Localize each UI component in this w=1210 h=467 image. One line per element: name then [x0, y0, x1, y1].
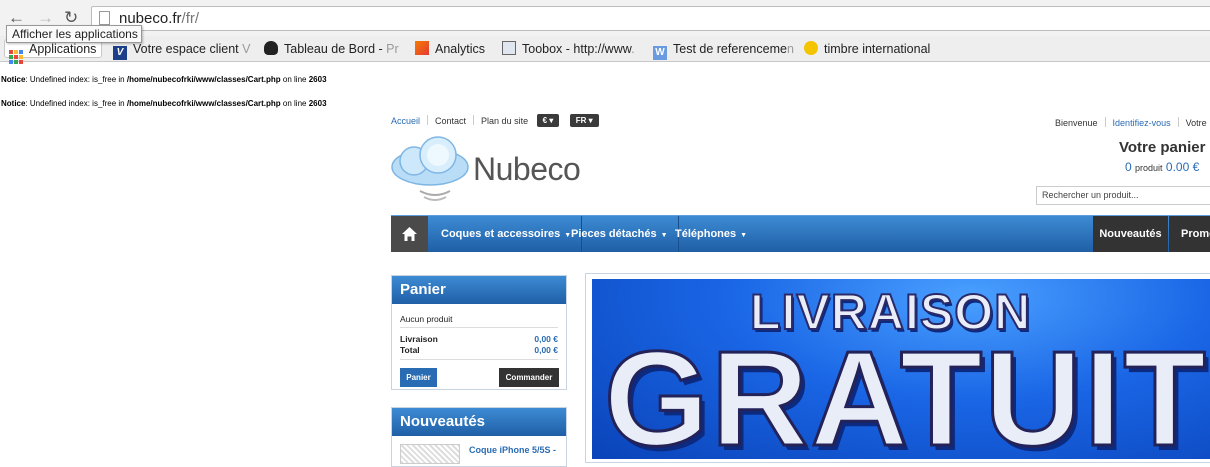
commander-button[interactable]: Commander	[499, 368, 559, 387]
chevron-down-icon: ▼	[740, 232, 748, 239]
banner-line-2: GRATUITE	[603, 323, 1210, 460]
free-shipping-banner[interactable]: LIVRAISON GRATUITE	[592, 279, 1210, 459]
cart-empty-text: Aucun produit	[400, 314, 453, 324]
browser-toolbar: ← → ↻ nubeco.fr/fr/	[0, 0, 1210, 36]
search-input[interactable]: Rechercher un produit...	[1036, 186, 1210, 205]
cart-title[interactable]: Votre panier	[1119, 139, 1205, 156]
home-button[interactable]	[391, 216, 428, 252]
php-notice: Notice: Undefined index: is_free in /hom…	[1, 99, 327, 108]
toobox-icon	[502, 41, 516, 55]
cart-summary[interactable]: 0 produit 0.00 €	[1125, 160, 1199, 174]
menu-promo[interactable]: Promo	[1169, 216, 1210, 252]
menu-nouveautes[interactable]: Nouveautés	[1093, 216, 1168, 252]
main-menu: Coques et accessoires ▼ Pieces détachés ▼ …	[391, 215, 1210, 252]
language-select[interactable]: FR ▾	[569, 114, 599, 127]
php-notice: Notice: Undefined index: is_free in /hom…	[1, 75, 327, 84]
page-icon	[99, 11, 110, 25]
cart-block-title[interactable]: Panier	[392, 276, 566, 304]
cart-block: Panier Aucun produit Livraison 0,00 € Tot…	[391, 275, 567, 390]
new-products-block: Nouveautés Coque iPhone 5/5S -	[391, 407, 567, 467]
menu-coques[interactable]: Coques et accessoires ▼	[431, 216, 583, 252]
reload-icon[interactable]: ↻	[64, 9, 78, 26]
product-thumbnail[interactable]	[400, 444, 460, 464]
currency-select[interactable]: € ▾	[536, 114, 560, 127]
login-link[interactable]: Identifiez-vous	[1113, 118, 1171, 128]
w-logo-icon: W	[653, 46, 667, 60]
bookmark-analytics[interactable]: Analytics	[415, 40, 485, 59]
menu-pieces[interactable]: Pieces détachés ▼	[561, 216, 679, 252]
new-products-title[interactable]: Nouveautés	[392, 408, 566, 436]
bookmark-test-referencement[interactable]: W Test de referencemen	[653, 40, 794, 60]
account-links: Bienvenue Identifiez-vous Votre	[1055, 117, 1207, 128]
bookmark-tableau-de-bord[interactable]: Tableau de Bord - Pr	[264, 40, 399, 59]
bookmarks-bar: Applications V Votre espace client V Tabl…	[0, 36, 1210, 64]
panier-button[interactable]: Panier	[400, 368, 437, 387]
home-icon	[402, 227, 417, 241]
total-row: Total 0,00 €	[400, 345, 558, 355]
address-bar[interactable]: nubeco.fr/fr/	[91, 6, 1210, 31]
welcome-text: Bienvenue	[1055, 118, 1098, 128]
v-logo-icon: V	[113, 46, 127, 60]
bookmark-toobox[interactable]: Toobox - http://www.	[502, 40, 635, 59]
forward-arrow-icon[interactable]: →	[37, 9, 54, 26]
laposte-icon	[804, 41, 818, 55]
link-accueil[interactable]: Accueil	[391, 116, 420, 126]
analytics-icon	[415, 41, 429, 55]
votre-link[interactable]: Votre	[1186, 118, 1207, 128]
apps-grid-icon	[9, 50, 23, 64]
apps-tooltip: Afficher les applications	[6, 25, 142, 43]
shipping-row: Livraison 0,00 €	[400, 334, 558, 344]
bookmark-timbre-international[interactable]: timbre international	[804, 40, 930, 59]
logo-text[interactable]: Nubeco	[473, 151, 581, 188]
link-plan-du-site[interactable]: Plan du site	[481, 116, 528, 126]
top-links: Accueil Contact Plan du site € ▾ FR ▾	[391, 114, 599, 130]
product-title-link[interactable]: Coque iPhone 5/5S -	[469, 445, 556, 455]
link-contact[interactable]: Contact	[435, 116, 466, 126]
back-arrow-icon[interactable]: ←	[8, 9, 25, 26]
cloud-icon	[264, 41, 278, 55]
menu-telephones[interactable]: Téléphones ▼	[665, 216, 757, 252]
